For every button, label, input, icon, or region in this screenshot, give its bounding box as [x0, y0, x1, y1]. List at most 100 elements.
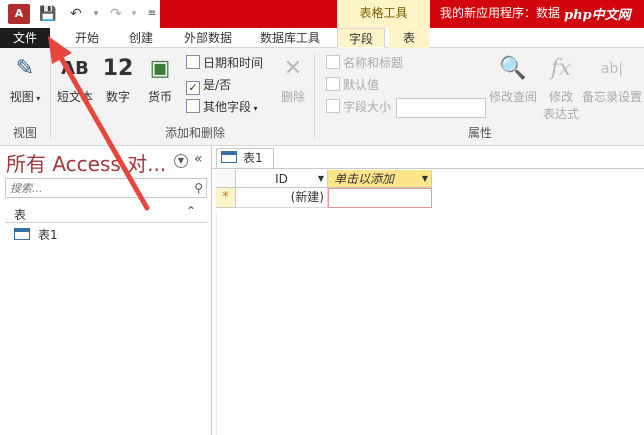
- watermark-logo: php中文网: [564, 8, 631, 23]
- name-caption-button[interactable]: 名称和标题: [326, 54, 403, 72]
- view-dropdown-icon: ▾: [33, 94, 41, 103]
- field-size-label-row: 字段大小: [326, 98, 391, 116]
- column-dropdown-icon[interactable]: ▼: [422, 170, 428, 188]
- field-size-input[interactable]: [396, 98, 486, 118]
- number-label: 数字: [105, 90, 130, 104]
- undo-icon[interactable]: ↶: [66, 4, 86, 24]
- save-icon[interactable]: 💾: [38, 4, 58, 24]
- table-icon: [221, 151, 237, 163]
- yesno-button[interactable]: ✓ 是/否: [186, 76, 232, 95]
- redo-icon[interactable]: ↷: [106, 4, 126, 24]
- column-header-id[interactable]: ID ▼: [236, 170, 328, 188]
- field-size-icon: [326, 99, 340, 113]
- tab-database-tools[interactable]: 数据库工具: [250, 28, 330, 48]
- ribbon-tabs: 文件 开始 创建 外部数据 数据库工具 字段 表: [0, 28, 644, 48]
- default-value-label: 默认值: [343, 78, 380, 92]
- table-icon: [14, 228, 30, 240]
- divider: [212, 168, 644, 169]
- column-dropdown-icon[interactable]: ▼: [318, 170, 324, 188]
- collapse-pane-icon[interactable]: «: [194, 151, 203, 167]
- short-text-icon: AB: [61, 58, 89, 79]
- new-record-selector[interactable]: *: [216, 188, 236, 208]
- modify-lookups-label: 修改查阅: [488, 90, 537, 104]
- nav-group-tables[interactable]: 表: [14, 206, 26, 223]
- yesno-label: 是/否: [203, 78, 232, 92]
- tab-external-data[interactable]: 外部数据: [172, 28, 244, 48]
- modify-expression-label-1: 修改: [548, 90, 573, 104]
- name-caption-icon: [326, 55, 340, 69]
- currency-button[interactable]: ▣ 货币: [140, 54, 180, 105]
- default-value-button[interactable]: 默认值: [326, 76, 379, 94]
- modify-lookups-button[interactable]: 🔍 修改查阅: [486, 54, 540, 105]
- nav-search-box: ⚲: [5, 178, 207, 198]
- document-tab-label: 表1: [243, 151, 263, 165]
- access-app-icon[interactable]: A: [8, 4, 30, 24]
- chevron-down-icon[interactable]: ▼: [174, 154, 188, 168]
- more-fields-button[interactable]: 其他字段 ▾: [186, 98, 258, 116]
- view-icon: ✎: [15, 56, 35, 81]
- divider: [5, 222, 207, 223]
- column-header-label: 单击以添加: [334, 172, 395, 186]
- delete-button[interactable]: ✕ 删除: [276, 54, 310, 105]
- view-group-label: 视图: [12, 126, 37, 140]
- chevron-up-icon[interactable]: ⌃: [186, 204, 196, 218]
- properties-group-label: 属性: [467, 126, 492, 140]
- more-fields-icon: [186, 99, 200, 113]
- datasheet-empty-area: [216, 210, 640, 435]
- currency-label: 货币: [147, 90, 172, 104]
- nav-pane-title[interactable]: 所有 Access 对...: [6, 148, 166, 177]
- delete-icon: ✕: [283, 56, 303, 81]
- view-button[interactable]: ✎ 视图 ▾: [4, 54, 46, 105]
- tab-fields[interactable]: 字段: [337, 28, 385, 48]
- select-all-corner[interactable]: [216, 170, 236, 188]
- group-separator: [50, 54, 51, 138]
- calendar-icon: [186, 55, 200, 69]
- datetime-button[interactable]: 日期和时间: [186, 54, 263, 72]
- number-button[interactable]: 12 数字: [98, 54, 138, 105]
- modify-expression-label-2: 表达式: [542, 107, 579, 121]
- short-text-label: 短文本: [56, 90, 93, 104]
- more-fields-dropdown-icon: ▾: [251, 104, 258, 113]
- fx-icon: fx: [550, 56, 572, 81]
- delete-label: 删除: [280, 90, 305, 104]
- window-title: 我的新应用程序：数据: [440, 6, 561, 20]
- title-bar: A 💾 ↶ ▾ ↷ ▾ ≡ 表格工具 我的新应用程序：数据 php中文网: [0, 0, 644, 28]
- table-tools-label: 表格工具: [337, 0, 430, 28]
- nav-search-input[interactable]: [10, 181, 180, 196]
- column-header-click-to-add[interactable]: 单击以添加 ▼: [328, 170, 432, 188]
- tab-table[interactable]: 表: [389, 28, 429, 48]
- tab-file[interactable]: 文件: [0, 28, 50, 48]
- table-cell-click-to-add-new[interactable]: [328, 188, 432, 208]
- default-value-icon: [326, 77, 340, 91]
- datasheet: ID ▼ 单击以添加 ▼ * (新建): [216, 170, 640, 435]
- navigation-pane: 所有 Access 对... ▼ « ⚲ 表 ⌃ 表1: [0, 146, 212, 435]
- ribbon: ✎ 视图 ▾ 视图 AB 短文本 12 数字 ▣ 货币 日期和时间 ✓ 是/否 其…: [0, 48, 644, 146]
- tab-home[interactable]: 开始: [64, 28, 110, 48]
- currency-icon: ▣: [149, 56, 171, 81]
- modify-lookups-icon: 🔍: [499, 56, 527, 81]
- table-cell-id-new[interactable]: (新建): [236, 188, 328, 208]
- customize-qat-icon[interactable]: ≡: [142, 4, 162, 24]
- checkbox-icon: ✓: [186, 81, 200, 95]
- tab-create[interactable]: 创建: [118, 28, 164, 48]
- search-icon[interactable]: ⚲: [194, 181, 203, 195]
- tab-table1-document[interactable]: 表1: [216, 148, 274, 168]
- nav-item-table1[interactable]: 表1: [14, 226, 58, 244]
- datetime-label: 日期和时间: [203, 56, 264, 70]
- document-area: 表1 ID ▼ 单击以添加 ▼ * (新建): [212, 146, 644, 435]
- nav-item-label: 表1: [38, 228, 58, 242]
- add-delete-group-label: 添加和删除: [164, 126, 225, 140]
- field-size-label: 字段大小: [343, 100, 392, 114]
- more-fields-label: 其他字段: [203, 100, 252, 114]
- number-icon: 12: [102, 56, 134, 81]
- memo-settings-button[interactable]: ab| 备忘录设置: [580, 54, 644, 105]
- modify-expression-button[interactable]: fx 修改 表达式: [540, 54, 582, 122]
- view-label: 视图: [9, 90, 34, 104]
- redo-dropdown-icon[interactable]: ▾: [124, 4, 144, 24]
- short-text-button[interactable]: AB 短文本: [54, 54, 96, 105]
- column-header-label: ID: [275, 172, 288, 186]
- memo-icon: ab|: [600, 61, 624, 77]
- group-separator: [314, 54, 315, 138]
- memo-settings-label: 备忘录设置: [581, 90, 642, 104]
- undo-dropdown-icon[interactable]: ▾: [86, 4, 106, 24]
